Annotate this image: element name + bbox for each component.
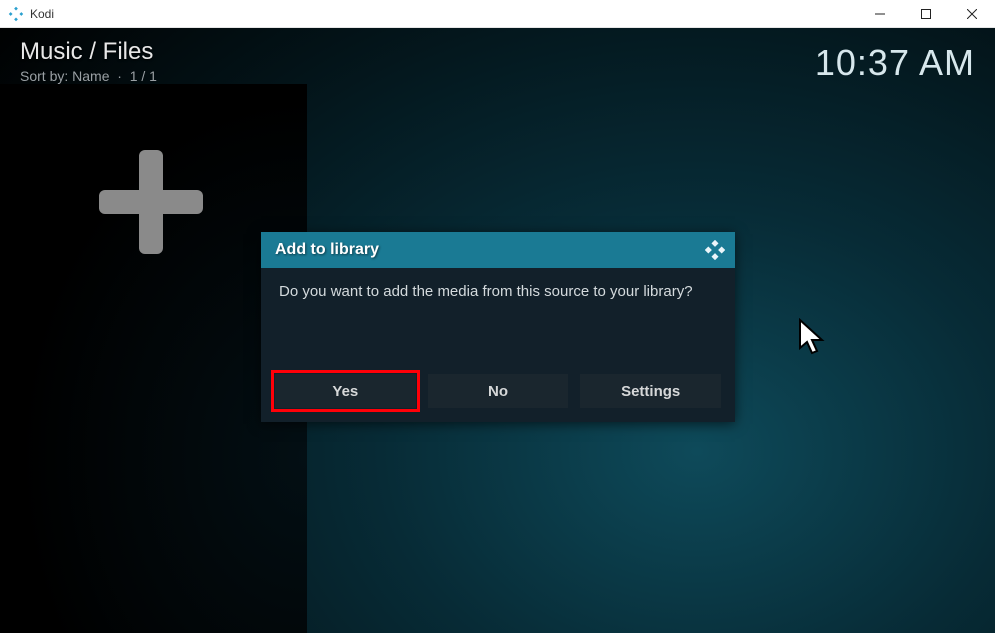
add-source-tile[interactable] xyxy=(95,148,207,260)
window-titlebar: Kodi xyxy=(0,0,995,28)
sort-label: Sort by: Name xyxy=(20,68,109,84)
settings-button[interactable]: Settings xyxy=(580,374,721,408)
breadcrumb: Music / Files xyxy=(20,38,153,66)
dialog-message: Do you want to add the media from this s… xyxy=(261,268,735,374)
no-button[interactable]: No xyxy=(428,374,569,408)
page-count: 1 / 1 xyxy=(130,68,157,84)
dialog-button-row: Yes No Settings xyxy=(261,374,735,422)
plus-icon xyxy=(95,146,207,263)
kodi-main-area: Music / Files Sort by: Name · 1 / 1 10:3… xyxy=(0,28,995,633)
kodi-app-icon xyxy=(8,6,24,22)
mouse-cursor-icon xyxy=(798,318,826,356)
sort-indicator: Sort by: Name · 1 / 1 xyxy=(20,68,157,84)
add-to-library-dialog: Add to library Do you want to add the me… xyxy=(261,232,735,422)
window-title: Kodi xyxy=(30,7,54,21)
dialog-header: Add to library xyxy=(261,232,735,268)
yes-button[interactable]: Yes xyxy=(275,374,416,408)
clock: 10:37 AM xyxy=(815,42,975,84)
maximize-button[interactable] xyxy=(903,0,949,28)
close-button[interactable] xyxy=(949,0,995,28)
minimize-button[interactable] xyxy=(857,0,903,28)
kodi-icon xyxy=(705,240,725,260)
dialog-title: Add to library xyxy=(275,241,379,259)
